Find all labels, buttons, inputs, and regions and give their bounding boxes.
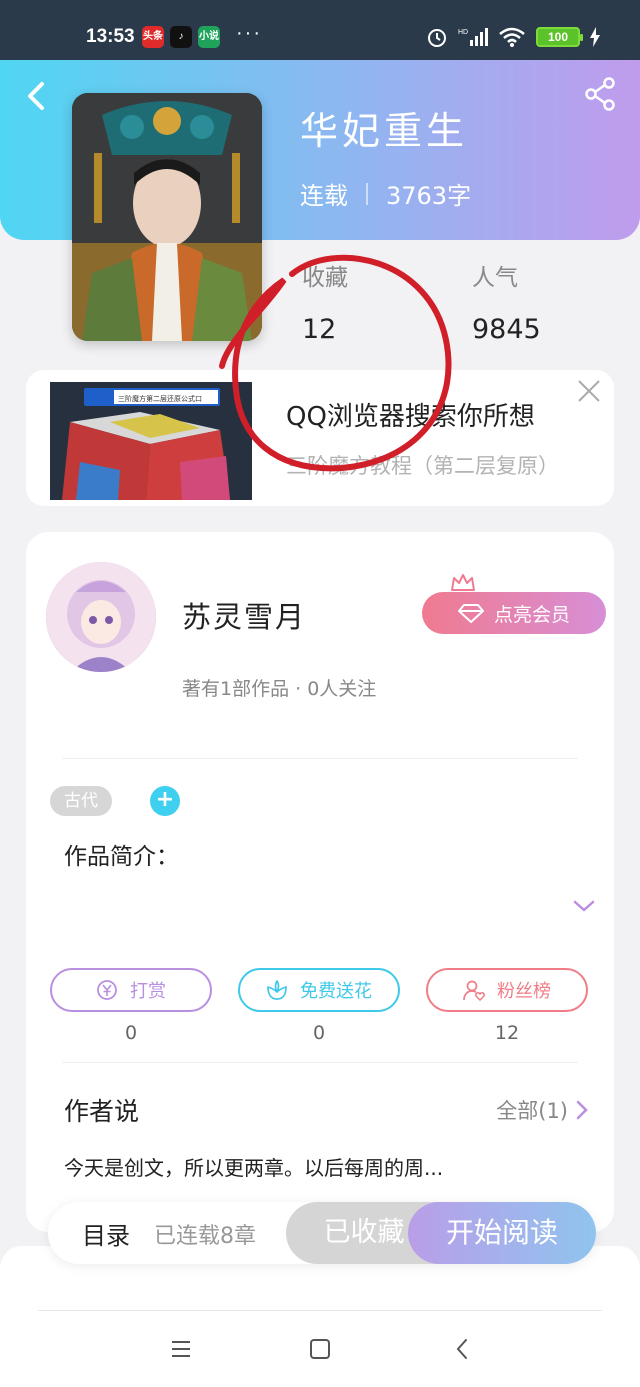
add-tag-button[interactable]: + bbox=[150, 786, 180, 816]
back-icon[interactable] bbox=[450, 1336, 476, 1362]
user-heart-icon bbox=[463, 980, 485, 1001]
book-status: 连载 bbox=[300, 182, 348, 210]
genre-tag[interactable]: 古代 bbox=[50, 786, 112, 816]
send-flower-label: 免费送花 bbox=[300, 981, 372, 1002]
fan-rank-button[interactable]: 粉丝榜 bbox=[426, 968, 588, 1012]
fan-count: 12 bbox=[494, 1022, 520, 1044]
battery-icon: 100 bbox=[536, 27, 583, 47]
divider bbox=[62, 758, 578, 759]
author-says-title: 作者说 bbox=[64, 1097, 140, 1126]
red-circle-annotation bbox=[219, 254, 452, 472]
book-word-count: 3763字 bbox=[386, 182, 472, 210]
author-card: 苏灵雪月 点亮会员 著有1部作品 · 0人关注 古代 + 作品简介： 打赏 免费… bbox=[26, 532, 614, 1232]
chapter-count: 已连载8章 bbox=[154, 1224, 256, 1249]
chevron-down-icon[interactable] bbox=[572, 898, 596, 914]
signal-icon: HD bbox=[458, 28, 488, 46]
flower-icon bbox=[267, 980, 287, 1000]
see-all-label: 全部(1) bbox=[496, 1099, 568, 1123]
author-info: 著有1部作品 · 0人关注 bbox=[182, 678, 377, 700]
chevron-right-icon bbox=[576, 1100, 588, 1120]
divider bbox=[38, 1310, 602, 1311]
popularity-label: 人气 bbox=[472, 265, 518, 291]
status-time: 13:53 bbox=[86, 26, 135, 47]
author-says-text[interactable]: 今天是创文，所以更两章。以后每周的周... bbox=[64, 1152, 443, 1181]
popularity-value: 9845 bbox=[472, 314, 541, 345]
ad-thumb-search-text: 三阶魔方第二层还原公式口 bbox=[118, 394, 202, 403]
avatar-illustration bbox=[46, 562, 156, 672]
bottom-action-bar: 目录 已连载8章 已收藏 开始阅读 bbox=[48, 1202, 596, 1264]
wifi-icon bbox=[499, 27, 525, 47]
home-icon[interactable] bbox=[307, 1336, 333, 1362]
yuan-coin-icon bbox=[97, 980, 117, 1000]
diamond-icon bbox=[457, 604, 484, 623]
popularity-stat: 人气 9845 bbox=[472, 258, 541, 345]
tip-label: 打赏 bbox=[130, 981, 166, 1002]
tip-button[interactable]: 打赏 bbox=[50, 968, 212, 1012]
close-icon[interactable] bbox=[576, 378, 602, 404]
divider bbox=[62, 1062, 578, 1063]
see-all-link[interactable]: 全部(1) bbox=[496, 1095, 588, 1125]
tip-count: 0 bbox=[124, 1022, 138, 1044]
svg-text:HD: HD bbox=[458, 29, 468, 36]
flower-count: 0 bbox=[312, 1022, 326, 1044]
crown-icon bbox=[451, 574, 475, 591]
start-reading-button[interactable]: 开始阅读 bbox=[408, 1202, 596, 1264]
more-notifications-icon: ··· bbox=[236, 22, 262, 44]
menu-icon[interactable] bbox=[168, 1336, 194, 1362]
fan-rank-label: 粉丝榜 bbox=[497, 981, 551, 1002]
charging-icon bbox=[590, 27, 600, 47]
author-name[interactable]: 苏灵雪月 bbox=[182, 594, 306, 636]
novel-app-icon: 小说 bbox=[198, 26, 220, 48]
toutiao-app-icon: 头条 bbox=[142, 26, 164, 48]
status-bar: 13:53 头条 ♪ 小说 ··· HD 100 bbox=[0, 0, 640, 60]
vip-label: 点亮会员 bbox=[493, 603, 570, 626]
meta-divider bbox=[366, 182, 368, 205]
back-arrow-icon[interactable] bbox=[20, 76, 60, 116]
share-icon[interactable] bbox=[582, 76, 618, 112]
system-navigation-bar bbox=[0, 1246, 640, 1387]
toc-button[interactable]: 目录 bbox=[82, 1216, 130, 1251]
douyin-icon: ♪ bbox=[170, 26, 192, 48]
book-meta: 连载 3763字 bbox=[300, 176, 471, 211]
alarm-icon bbox=[428, 29, 446, 47]
book-title: 华妃重生 bbox=[300, 109, 469, 153]
intro-label: 作品简介： bbox=[64, 844, 179, 870]
vip-button[interactable]: 点亮会员 bbox=[422, 592, 606, 634]
send-flower-button[interactable]: 免费送花 bbox=[238, 968, 400, 1012]
author-avatar[interactable] bbox=[46, 562, 156, 672]
